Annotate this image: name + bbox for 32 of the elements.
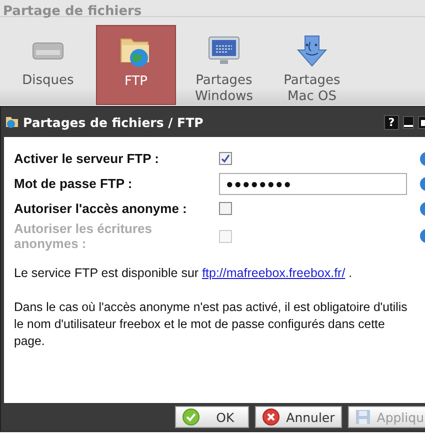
field-label: Autoriser l'accès anonyme : bbox=[14, 201, 188, 216]
info-icon[interactable] bbox=[420, 229, 425, 243]
maximize-icon[interactable] bbox=[418, 116, 425, 128]
field-label: Autoriser les écritures anonymes : bbox=[14, 221, 154, 251]
checkbox[interactable] bbox=[219, 152, 232, 165]
ftp-link[interactable]: ftp://mafreebox.freebox.fr/ bbox=[202, 266, 346, 280]
help-button[interactable]: ? bbox=[384, 114, 399, 130]
save-icon bbox=[354, 409, 371, 425]
minimize-icon[interactable] bbox=[403, 116, 414, 128]
finder-face-icon bbox=[296, 34, 328, 68]
info-text: Le service FTP est disponible sur ftp://mafreebox.freebox.fr/ . bbox=[14, 265, 354, 282]
section-title: Partage de fichiers bbox=[3, 4, 142, 19]
field-label: Mot de passe FTP : bbox=[14, 176, 134, 191]
checkbox[interactable] bbox=[219, 202, 232, 215]
disk-drive-icon bbox=[32, 41, 64, 61]
tab[interactable]: Partages Mac OS bbox=[272, 25, 352, 105]
tab[interactable]: Partages Windows bbox=[184, 25, 264, 105]
password-field[interactable]: ●●●●●●●● bbox=[219, 172, 407, 194]
tab[interactable]: Disques bbox=[8, 25, 88, 105]
info-icon[interactable] bbox=[420, 202, 425, 216]
monitor-icon bbox=[208, 35, 240, 67]
check-icon bbox=[182, 408, 200, 426]
window-title: Partages de fichiers / FTP bbox=[23, 114, 204, 130]
close-icon bbox=[262, 408, 280, 426]
tab[interactable]: FTP bbox=[96, 25, 176, 105]
ok-button[interactable]: OK bbox=[175, 406, 250, 428]
info-icon[interactable] bbox=[420, 176, 425, 190]
folder-globe-icon bbox=[5, 115, 19, 129]
note-text: Dans le cas où l'accès anonyme n'est pas activé, il est obligatoire d'utilis le nom d'utilisateur freebox et le mot de passe configurés dans cette page. bbox=[14, 299, 408, 350]
cancel-button[interactable]: Annuler bbox=[255, 406, 342, 428]
info-icon[interactable] bbox=[420, 152, 425, 166]
field-label: Activer le serveur FTP : bbox=[14, 151, 160, 166]
